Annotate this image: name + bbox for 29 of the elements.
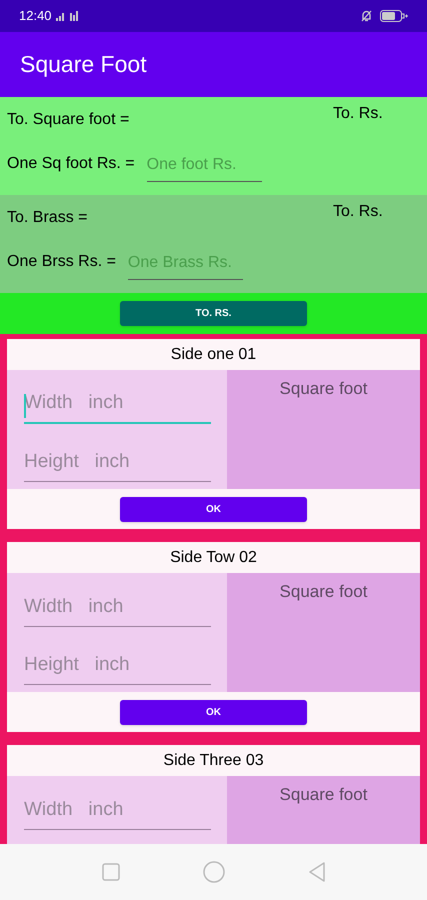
rate-label: One Brss Rs. = xyxy=(7,252,116,272)
battery-icon xyxy=(380,10,408,22)
app-title: Square Foot xyxy=(20,50,147,80)
circle-icon[interactable] xyxy=(202,861,224,883)
dimension-input[interactable]: Width inch xyxy=(24,388,211,424)
dimension-input[interactable]: Height inch xyxy=(24,649,211,685)
back-icon[interactable] xyxy=(308,862,326,882)
total-rs-label: To. Rs. xyxy=(333,202,383,222)
ok-button[interactable]: OK xyxy=(120,496,307,522)
total-rs-label: To. Rs. xyxy=(333,104,383,124)
bell-off-icon xyxy=(361,10,372,22)
card-title: Side Three 03 xyxy=(163,750,264,770)
square-icon[interactable] xyxy=(102,863,120,881)
result-label: Square foot xyxy=(280,378,368,400)
card-title: Side Tow 02 xyxy=(170,548,257,568)
result-label: Square foot xyxy=(280,581,368,603)
result-label: Square foot xyxy=(280,784,368,806)
card-title: Side one 01 xyxy=(170,344,256,364)
dimension-input[interactable]: Width inch xyxy=(24,591,211,627)
rate-input[interactable]: One foot Rs. xyxy=(146,153,262,182)
text-cursor xyxy=(24,394,26,418)
dimension-input[interactable]: Width inch xyxy=(24,794,211,830)
ok-button[interactable]: OK xyxy=(120,700,307,724)
total-label: To. Square foot = xyxy=(7,110,130,130)
total-label: To. Brass = xyxy=(7,208,88,228)
status-time: 12:40 xyxy=(19,7,52,26)
total-rs-button[interactable]: TO. RS. xyxy=(120,301,307,326)
rate-label: One Sq foot Rs. = xyxy=(7,154,135,174)
dimension-input[interactable]: Height inch xyxy=(24,446,211,482)
